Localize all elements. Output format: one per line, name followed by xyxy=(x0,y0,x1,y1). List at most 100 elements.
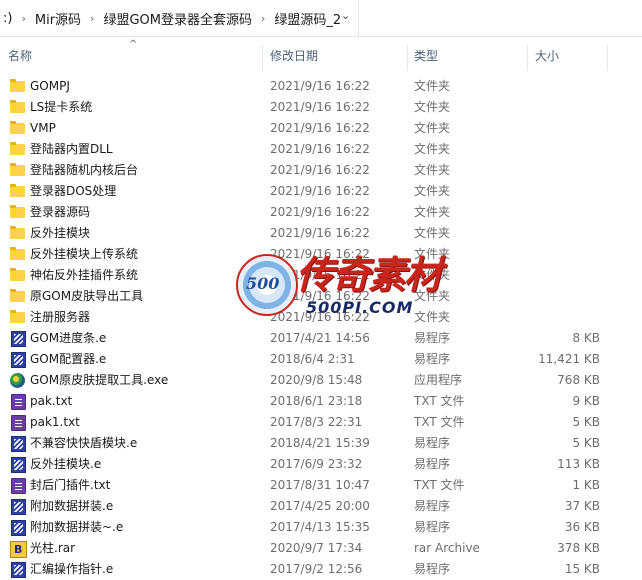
folder-icon xyxy=(10,79,25,92)
file-row[interactable]: 光柱.rar 2020/9/7 17:34 rar Archive 378 KB xyxy=(0,538,642,560)
file-type: 易程序 xyxy=(414,436,451,450)
file-name: 反外挂模块 xyxy=(30,226,91,240)
address-dropdown-icon[interactable]: ⌄ xyxy=(341,9,350,22)
file-name: 不兼容快快盾模块.e xyxy=(30,436,138,450)
file-date: 2017/4/13 15:35 xyxy=(270,520,370,534)
file-size: 11,421 KB xyxy=(538,352,600,366)
column-type[interactable]: 类型 xyxy=(414,37,438,71)
file-row[interactable]: 反外挂模块上传系统 2021/9/16 16:22 文件夹 xyxy=(0,244,642,265)
column-date[interactable]: 修改日期 xyxy=(270,37,318,71)
file-size: 37 KB xyxy=(564,499,600,513)
file-name: GOM进度条.e xyxy=(30,331,107,345)
breadcrumb-separator-icon[interactable]: › xyxy=(84,12,100,25)
file-name: 登陆器内置DLL xyxy=(30,142,113,156)
folder-icon xyxy=(10,247,25,260)
file-row[interactable]: 原GOM皮肤导出工具 2021/9/16 16:22 文件夹 xyxy=(0,286,642,307)
file-type: 文件夹 xyxy=(414,310,451,324)
file-row[interactable]: 神佑反外挂插件系统 2021/9/16 16:22 文件夹 xyxy=(0,265,642,286)
file-date: 2021/9/16 16:22 xyxy=(270,142,370,156)
file-name: pak1.txt xyxy=(30,415,80,429)
file-size: 8 KB xyxy=(572,331,600,345)
file-size: 1 KB xyxy=(572,478,600,492)
file-row[interactable]: 附加数据拼装~.e 2017/4/13 15:35 易程序 36 KB xyxy=(0,517,642,538)
file-row[interactable]: pak.txt 2018/6/1 23:18 TXT 文件 9 KB xyxy=(0,391,642,412)
file-row[interactable]: pak1.txt 2017/8/3 22:31 TXT 文件 5 KB xyxy=(0,412,642,433)
file-name: 汇编操作指针.e xyxy=(30,562,114,576)
file-date: 2021/9/16 16:22 xyxy=(270,184,370,198)
file-type: 易程序 xyxy=(414,352,451,366)
file-size: 5 KB xyxy=(572,436,600,450)
file-date: 2018/4/21 15:39 xyxy=(270,436,370,450)
breadcrumb-item-mir-source[interactable]: Mir源码 xyxy=(32,9,84,28)
file-row[interactable]: 登录器DOS处理 2021/9/16 16:22 文件夹 xyxy=(0,181,642,202)
file-name: 注册服务器 xyxy=(30,310,91,324)
file-type: 文件夹 xyxy=(414,163,451,177)
file-row[interactable]: 注册服务器 2021/9/16 16:22 文件夹 xyxy=(0,307,642,328)
file-size: 9 KB xyxy=(572,394,600,408)
file-row[interactable]: GOMPJ 2021/9/16 16:22 文件夹 xyxy=(0,76,642,97)
file-date: 2017/4/21 14:56 xyxy=(270,331,370,345)
file-type: 文件夹 xyxy=(414,100,451,114)
e-file-icon xyxy=(11,562,26,578)
file-type: 文件夹 xyxy=(414,247,451,261)
file-date: 2021/9/16 16:22 xyxy=(270,205,370,219)
file-name: 登陆器随机内核后台 xyxy=(30,163,139,177)
folder-icon xyxy=(10,226,25,239)
file-type: TXT 文件 xyxy=(414,478,465,492)
exe-file-icon xyxy=(10,373,25,388)
sort-ascending-icon: ^ xyxy=(129,39,138,50)
file-name: 登录器源码 xyxy=(30,205,91,219)
file-name: VMP xyxy=(30,121,56,135)
file-row[interactable]: 汇编操作指针.e 2017/9/2 12:56 易程序 15 KB xyxy=(0,559,642,580)
txt-file-icon xyxy=(11,478,26,494)
column-divider[interactable] xyxy=(262,45,263,71)
file-type: 文件夹 xyxy=(414,121,451,135)
column-divider[interactable] xyxy=(407,45,408,71)
file-type: TXT 文件 xyxy=(414,394,465,408)
file-row[interactable]: VMP 2021/9/16 16:22 文件夹 xyxy=(0,118,642,139)
file-row[interactable]: LS提卡系统 2021/9/16 16:22 文件夹 xyxy=(0,97,642,118)
column-divider[interactable] xyxy=(607,45,608,71)
file-row[interactable]: 登陆器随机内核后台 2021/9/16 16:22 文件夹 xyxy=(0,160,642,181)
breadcrumb: :) › Mir源码 › 绿盟GOM登录器全套源码 › 绿盟源码_2 xyxy=(0,8,344,28)
breadcrumb-separator-icon[interactable]: › xyxy=(15,12,31,25)
column-size[interactable]: 大小 xyxy=(535,37,559,71)
file-name: 附加数据拼装.e xyxy=(30,499,114,513)
file-date: 2017/6/9 23:32 xyxy=(270,457,363,471)
e-file-icon xyxy=(11,457,26,473)
breadcrumb-separator-icon[interactable]: › xyxy=(255,12,271,25)
folder-icon xyxy=(10,184,25,197)
file-row[interactable]: 反外挂模块 2021/9/16 16:22 文件夹 xyxy=(0,223,642,244)
file-type: rar Archive xyxy=(414,541,480,555)
file-type: 文件夹 xyxy=(414,142,451,156)
file-name: GOM配置器.e xyxy=(30,352,107,366)
address-bar: :) › Mir源码 › 绿盟GOM登录器全套源码 › 绿盟源码_2 ⌄ xyxy=(0,0,642,37)
file-row[interactable]: 不兼容快快盾模块.e 2018/4/21 15:39 易程序 5 KB xyxy=(0,433,642,454)
file-row[interactable]: GOM配置器.e 2018/6/4 2:31 易程序 11,421 KB xyxy=(0,349,642,370)
file-row[interactable]: GOM进度条.e 2017/4/21 14:56 易程序 8 KB xyxy=(0,328,642,349)
folder-icon xyxy=(10,163,25,176)
file-date: 2020/9/7 17:34 xyxy=(270,541,363,555)
column-name[interactable]: 名称 xyxy=(8,37,32,71)
file-row[interactable]: 反外挂模块.e 2017/6/9 23:32 易程序 113 KB xyxy=(0,454,642,475)
file-list: GOMPJ 2021/9/16 16:22 文件夹 LS提卡系统 2021/9/16 … xyxy=(0,76,642,580)
breadcrumb-drive[interactable]: :) xyxy=(0,11,15,26)
file-date: 2021/9/16 16:22 xyxy=(270,79,370,93)
file-row[interactable]: 登录器源码 2021/9/16 16:22 文件夹 xyxy=(0,202,642,223)
file-size: 768 KB xyxy=(557,373,600,387)
breadcrumb-item-gom-source[interactable]: 绿盟GOM登录器全套源码 xyxy=(100,9,255,28)
breadcrumb-item-current[interactable]: 绿盟源码_2 xyxy=(271,9,344,28)
e-file-icon xyxy=(11,520,26,536)
file-row[interactable]: GOM原皮肤提取工具.exe 2020/9/8 15:48 应用程序 768 KB xyxy=(0,370,642,391)
file-row[interactable]: 封后门插件.txt 2017/8/31 10:47 TXT 文件 1 KB xyxy=(0,475,642,496)
folder-icon xyxy=(10,289,25,302)
folder-icon xyxy=(10,121,25,134)
file-date: 2021/9/16 16:22 xyxy=(270,289,370,303)
file-date: 2021/9/16 16:22 xyxy=(270,247,370,261)
file-row[interactable]: 附加数据拼装.e 2017/4/25 20:00 易程序 37 KB xyxy=(0,496,642,517)
file-size: 5 KB xyxy=(572,415,600,429)
column-divider[interactable] xyxy=(527,45,528,71)
file-row[interactable]: 登陆器内置DLL 2021/9/16 16:22 文件夹 xyxy=(0,139,642,160)
file-date: 2017/8/3 22:31 xyxy=(270,415,363,429)
file-name: 登录器DOS处理 xyxy=(30,184,117,198)
